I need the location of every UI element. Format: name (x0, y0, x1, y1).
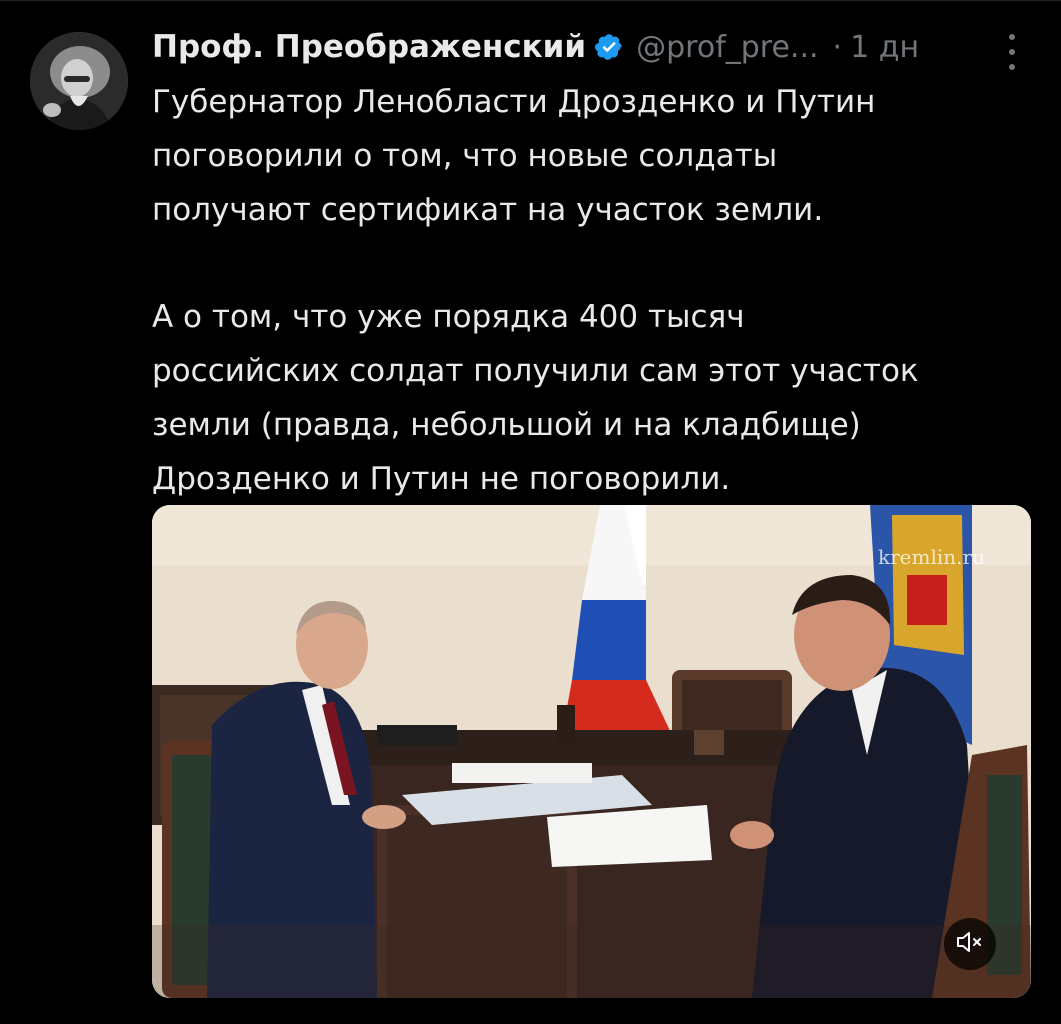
media-video[interactable] (152, 505, 1031, 998)
avatar[interactable] (30, 32, 128, 130)
more-options-icon[interactable] (1000, 34, 1024, 70)
verified-badge-icon (594, 32, 624, 62)
author-handle[interactable]: @prof_pre... (636, 30, 818, 65)
author-display-name[interactable]: Проф. Преображенский (152, 29, 586, 65)
tweet-text: Губернатор Ленобласти Дрозденко и Путин … (152, 84, 919, 497)
timestamp[interactable]: 1 дн (850, 30, 919, 65)
tweet-header: Проф. Преображенский @prof_pre... · 1 дн (152, 24, 919, 70)
volume-muted-icon (956, 930, 984, 958)
separator-dot: · (832, 29, 843, 65)
media-watermark: kremlin.ru (878, 545, 985, 569)
tweet[interactable]: Проф. Преображенский @prof_pre... · 1 дн… (0, 0, 1061, 1024)
video-frame-image (152, 505, 1031, 998)
mute-button[interactable] (944, 918, 996, 970)
divider (0, 0, 1061, 1)
